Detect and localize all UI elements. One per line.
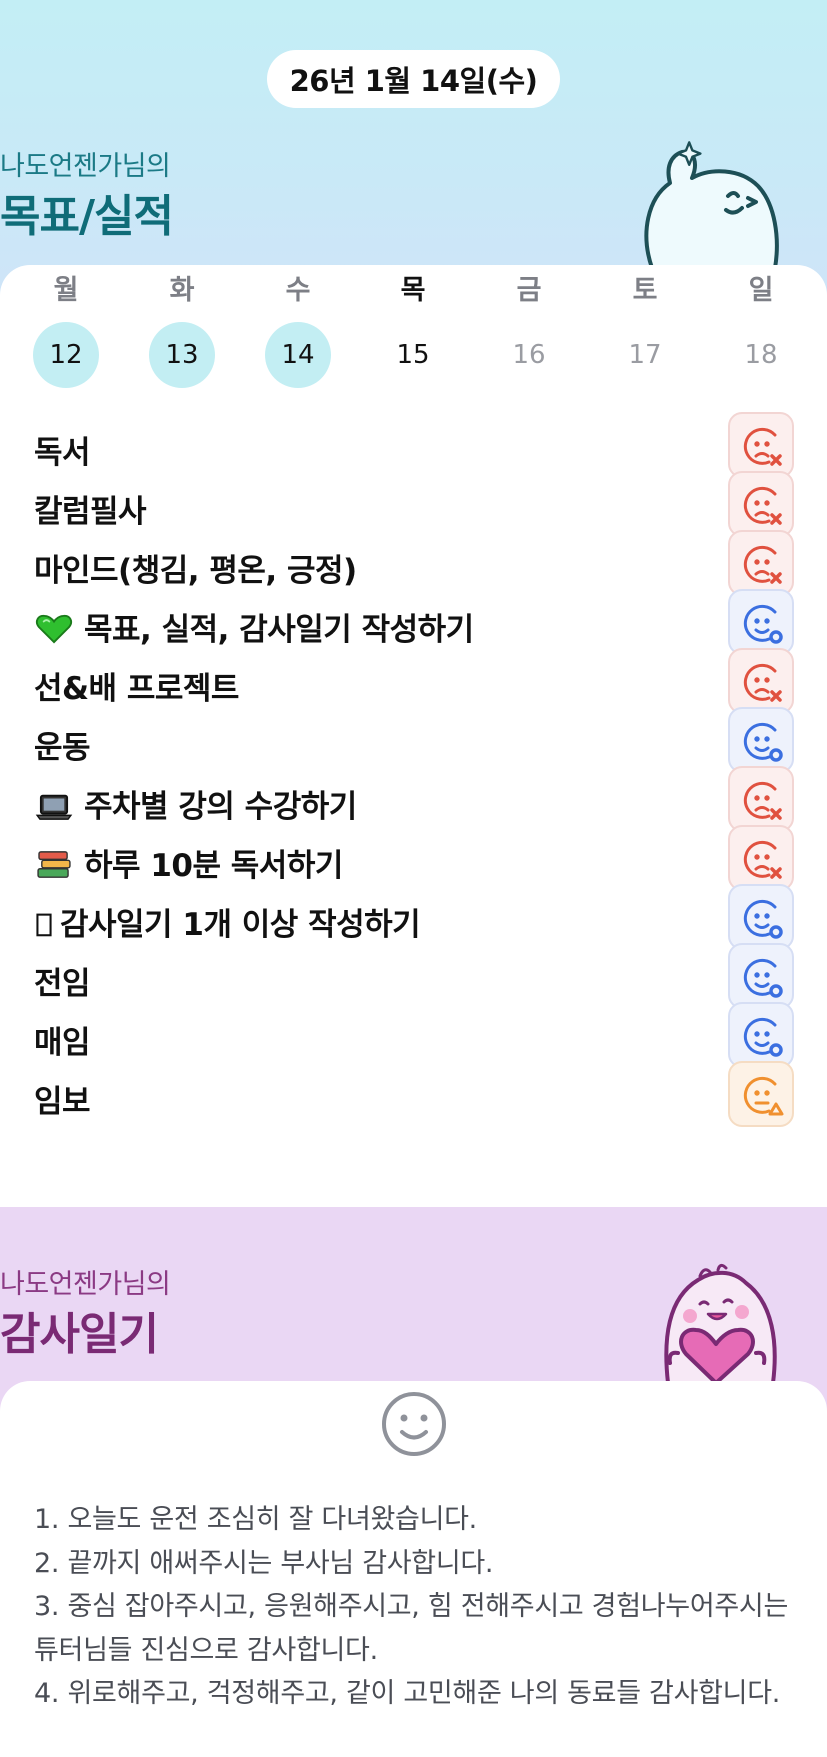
gratitude-owner-label: 나도언젠가님의 <box>0 1269 171 1300</box>
smiley-face-icon <box>382 1392 446 1456</box>
status-fail-button[interactable] <box>728 412 794 478</box>
goal-row: 주차별 강의 수강하기 <box>0 766 827 832</box>
status-fail-button[interactable] <box>728 471 794 537</box>
goal-label-with-icon: 목표, 실적, 감사일기 작성하기 <box>34 604 474 649</box>
goal-row: 칼럼필사 <box>0 471 827 537</box>
goal-label: 감사일기 1개 이상 작성하기 <box>60 907 421 943</box>
status-partial-button[interactable] <box>728 1061 794 1127</box>
date-circle-15[interactable]: 15 <box>380 322 446 388</box>
date-circle-14[interactable]: 14 <box>265 322 331 388</box>
goal-label-with-icon: 주차별 강의 수강하기 <box>34 781 357 826</box>
status-fail-button[interactable] <box>728 766 794 832</box>
status-fail-button[interactable] <box>728 825 794 891</box>
goal-row: 매임 <box>0 1002 827 1068</box>
gratitude-entries: 1. 오늘도 운전 조심히 잘 다녀왔습니다. 2. 끝까지 애써주시는 부사님… <box>34 1498 804 1716</box>
weekday-thu: 목 <box>400 275 426 306</box>
weekday-fri: 금 <box>516 275 542 306</box>
date-circle-17[interactable]: 17 <box>612 322 678 388</box>
laptop-icon <box>35 794 73 820</box>
missing-glyph-icon <box>36 913 52 937</box>
date-label: 26년 1월 14일(수) <box>289 64 538 98</box>
goal-label: 독서 <box>34 435 91 471</box>
status-fail-button[interactable] <box>728 648 794 714</box>
date-circle-18[interactable]: 18 <box>728 322 794 388</box>
status-success-button[interactable] <box>728 884 794 950</box>
goal-row: 마인드(챙김, 평온, 긍정) <box>0 530 827 596</box>
gratitude-line: 4. 위로해주고, 걱정해주고, 같이 고민해준 나의 동료들 감사합니다. <box>34 1678 781 1709</box>
goal-row: 감사일기 1개 이상 작성하기 <box>0 884 827 950</box>
date-pill[interactable]: 26년 1월 14일(수) <box>267 50 560 108</box>
books-icon <box>37 851 71 878</box>
weekday-sun: 일 <box>748 275 774 306</box>
mascot-ghost-icon <box>644 141 779 268</box>
goal-row: 하루 10분 독서하기 <box>0 825 827 891</box>
goal-label-with-icon: 하루 10분 독서하기 <box>34 840 343 885</box>
goal-label: 주차별 강의 수강하기 <box>84 789 357 825</box>
goal-label: 목표, 실적, 감사일기 작성하기 <box>84 612 474 648</box>
gratitude-line: 2. 끝까지 애써주시는 부사님 감사합니다. <box>34 1547 494 1579</box>
week-date-row: 12 13 14 15 16 17 18 <box>0 322 827 390</box>
goal-label: 운동 <box>34 730 91 766</box>
goal-row: 목표, 실적, 감사일기 작성하기 <box>0 589 827 655</box>
goals-owner-label: 나도언젠가님의 <box>0 151 171 182</box>
goals-section-title: 목표/실적 <box>0 191 174 242</box>
goal-label-with-icon: 감사일기 1개 이상 작성하기 <box>34 899 421 944</box>
gratitude-line: 3. 중심 잡아주시고, 응원해주시고, 힘 전해주시고 경험나누어주시는 튜터… <box>34 1591 789 1666</box>
weekday-wed: 수 <box>285 275 311 306</box>
goal-label: 마인드(챙김, 평온, 긍정) <box>34 553 357 589</box>
weekday-tue: 화 <box>169 275 195 306</box>
goal-row: 선&배 프로젝트 <box>0 648 827 714</box>
weekday-header: 월 화 수 목 금 토 일 <box>0 268 827 306</box>
date-circle-16[interactable]: 16 <box>496 322 562 388</box>
goal-row: 운동 <box>0 707 827 773</box>
status-success-button[interactable] <box>728 1002 794 1068</box>
goal-row: 임보 <box>0 1061 827 1127</box>
goal-label: 매임 <box>34 1025 91 1061</box>
goal-label: 칼럼필사 <box>34 494 147 530</box>
goal-label: 임보 <box>34 1084 91 1120</box>
date-circle-12[interactable]: 12 <box>33 322 99 388</box>
goal-row: 독서 <box>0 412 827 478</box>
goal-label: 전임 <box>34 966 91 1002</box>
green-heart-icon <box>36 614 72 644</box>
mascot-heart-icon <box>664 1263 777 1383</box>
neutral-face-triangle-icon <box>743 1076 784 1116</box>
status-success-button[interactable] <box>728 943 794 1009</box>
goal-label: 하루 10분 독서하기 <box>84 848 343 884</box>
gratitude-section-title: 감사일기 <box>0 1309 159 1360</box>
goal-row: 전임 <box>0 943 827 1009</box>
weekday-mon: 월 <box>53 275 79 306</box>
status-success-button[interactable] <box>728 707 794 773</box>
goal-label: 선&배 프로젝트 <box>34 671 239 707</box>
status-success-button[interactable] <box>728 589 794 655</box>
status-fail-button[interactable] <box>728 530 794 596</box>
date-circle-13[interactable]: 13 <box>149 322 215 388</box>
gratitude-line: 1. 오늘도 운전 조심히 잘 다녀왔습니다. <box>34 1504 477 1535</box>
weekday-sat: 토 <box>632 275 658 306</box>
